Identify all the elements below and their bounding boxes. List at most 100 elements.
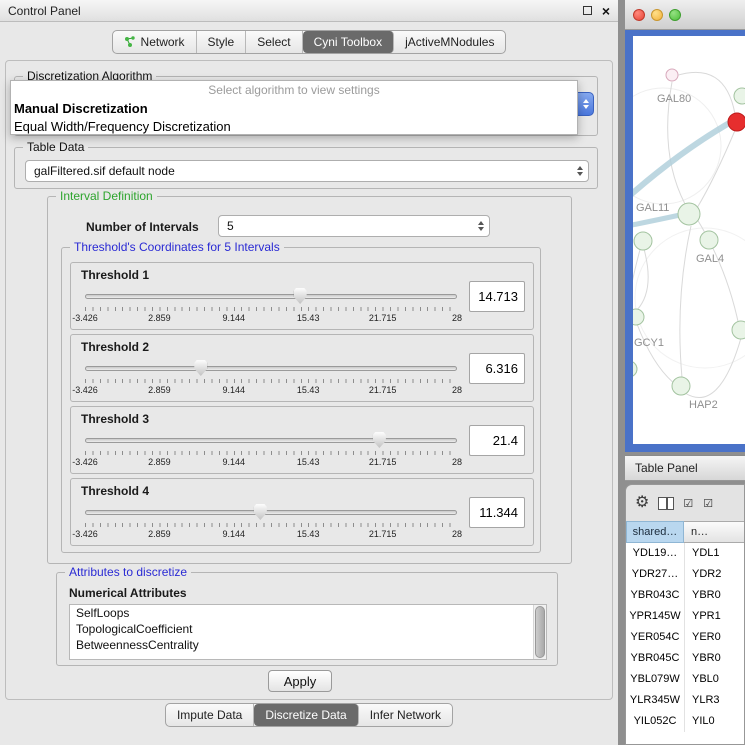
cell-shared-name[interactable]: YPR145W (626, 606, 684, 627)
tab-jactivemnodules[interactable]: jActiveMNodules (394, 31, 505, 53)
close-icon[interactable]: × (602, 4, 610, 18)
columns-icon[interactable] (658, 497, 674, 510)
table-data-group: Table Data galFiltered.sif default node (14, 147, 598, 189)
tab-label: Discretize Data (265, 708, 346, 722)
slider-ticks (85, 307, 457, 311)
slider-thumb[interactable] (373, 432, 386, 448)
tab-network[interactable]: Network (113, 31, 197, 53)
threshold-4-slider[interactable] (85, 503, 457, 520)
table-panel-header: Table Panel (625, 455, 745, 481)
threshold-4-label: Threshold 4 (81, 484, 149, 498)
threshold-2-box: Threshold 2 -3.4262.8599.14415.4321.7152… (70, 334, 534, 402)
number-of-intervals-label: Number of Intervals (86, 220, 199, 234)
cell-name[interactable]: YBR0 (684, 585, 744, 606)
column-header-shared-name[interactable]: shared… (626, 521, 684, 543)
network-node[interactable] (734, 88, 745, 104)
threshold-1-slider[interactable] (85, 287, 457, 304)
network-node[interactable] (634, 232, 652, 250)
tab-cyni-toolbox[interactable]: Cyni Toolbox (303, 31, 394, 53)
network-node[interactable] (732, 321, 745, 339)
cell-name[interactable]: YDR2 (684, 564, 744, 585)
slider-thumb[interactable] (294, 288, 307, 304)
threshold-4-value-field[interactable] (469, 497, 525, 528)
minimize-traffic-light[interactable] (651, 9, 663, 21)
cell-shared-name[interactable]: YDR27… (626, 564, 684, 585)
threshold-2-slider[interactable] (85, 359, 457, 376)
cell-shared-name[interactable]: YBR043C (626, 585, 684, 606)
scrollbar-thumb[interactable] (535, 606, 545, 658)
list-item-betweennesscentrality[interactable]: BetweennessCentrality (70, 637, 546, 653)
table-row[interactable]: YDL19… YDL1 (626, 543, 744, 564)
cell-name[interactable]: YBR0 (684, 648, 744, 669)
slider-track (85, 510, 457, 515)
tab-style[interactable]: Style (197, 31, 247, 53)
cell-shared-name[interactable]: YDL19… (626, 543, 684, 564)
cell-name[interactable]: YPR1 (684, 606, 744, 627)
slider-track (85, 294, 457, 299)
checkbox-icon[interactable]: ☑ (683, 497, 694, 510)
interval-definition-group: Interval Definition Number of Intervals … (47, 196, 572, 564)
table-row[interactable]: YLR345W YLR3 (626, 690, 744, 711)
tab-label: jActiveMNodules (405, 35, 494, 49)
checkbox-icon[interactable]: ☑ (703, 497, 714, 510)
threshold-3-value-field[interactable] (469, 425, 525, 456)
algorithm-combo-button[interactable] (577, 92, 594, 116)
network-node[interactable] (672, 377, 690, 395)
cell-shared-name[interactable]: YIL052C (626, 711, 684, 732)
gear-icon[interactable]: ⚙ (635, 495, 649, 511)
threshold-1-value-field[interactable] (469, 281, 525, 312)
network-icon (124, 36, 136, 48)
slider-scale: -3.4262.8599.14415.4321.71528 (85, 385, 457, 397)
slider-thumb[interactable] (194, 360, 207, 376)
cell-shared-name[interactable]: YBR045C (626, 648, 684, 669)
table-row[interactable]: YBL079W YBL0 (626, 669, 744, 690)
cell-name[interactable]: YLR3 (684, 690, 744, 711)
cell-name[interactable]: YBL0 (684, 669, 744, 690)
dropdown-option-equal-width-frequency[interactable]: Equal Width/Frequency Discretization (11, 118, 577, 136)
network-node[interactable] (700, 231, 718, 249)
cell-name[interactable]: YIL0 (684, 711, 744, 732)
column-header-name[interactable]: n… (684, 521, 744, 543)
slider-ticks (85, 451, 457, 455)
cell-shared-name[interactable]: YBL079W (626, 669, 684, 690)
table-panel-toolbar: ⚙ ☑ ☑ (626, 485, 744, 521)
tab-discretize-data[interactable]: Discretize Data (254, 704, 358, 726)
table-row[interactable]: YBR043C YBR0 (626, 585, 744, 606)
table-data-combo[interactable]: galFiltered.sif default node (25, 160, 589, 182)
table-row[interactable]: YPR145W YPR1 (626, 606, 744, 627)
network-canvas[interactable]: GAL80 GAL11 GAL4 GCY1 HAP2 (633, 36, 745, 444)
slider-thumb[interactable] (254, 504, 267, 520)
top-tabstrip: Network Style Select Cyni Toolbox jActiv… (112, 30, 507, 54)
threshold-2-value-field[interactable] (469, 353, 525, 384)
network-node[interactable] (633, 309, 644, 325)
network-node[interactable] (633, 361, 637, 377)
tab-select[interactable]: Select (246, 31, 302, 53)
table-row[interactable]: YDR27… YDR2 (626, 564, 744, 585)
cell-shared-name[interactable]: YER054C (626, 627, 684, 648)
network-node[interactable] (678, 203, 700, 225)
table-row[interactable]: YBR045C YBR0 (626, 648, 744, 669)
apply-button[interactable]: Apply (268, 670, 332, 692)
cell-shared-name[interactable]: YLR345W (626, 690, 684, 711)
list-scrollbar[interactable] (533, 605, 546, 659)
list-item-selfloops[interactable]: SelfLoops (70, 605, 546, 621)
table-row[interactable]: YIL052C YIL0 (626, 711, 744, 732)
dropdown-option-manual-discretization[interactable]: Manual Discretization (11, 100, 577, 118)
list-item-topologicalcoefficient[interactable]: TopologicalCoefficient (70, 621, 546, 637)
threshold-3-slider[interactable] (85, 431, 457, 448)
table-row[interactable]: YER054C YER0 (626, 627, 744, 648)
cell-name[interactable]: YDL1 (684, 543, 744, 564)
network-node-selected[interactable] (728, 113, 745, 131)
tab-impute-data[interactable]: Impute Data (166, 704, 254, 726)
zoom-traffic-light[interactable] (669, 9, 681, 21)
threshold-3-box: Threshold 3 -3.4262.8599.14415.4321.7152… (70, 406, 534, 474)
network-view-window: GAL80 GAL11 GAL4 GCY1 HAP2 (625, 0, 745, 452)
number-of-intervals-combo[interactable]: 5 (218, 215, 490, 237)
cell-name[interactable]: YER0 (684, 627, 744, 648)
float-window-icon[interactable] (583, 6, 592, 15)
node-label-gcy1: GCY1 (634, 337, 664, 349)
close-traffic-light[interactable] (633, 9, 645, 21)
network-node[interactable] (666, 69, 678, 81)
tab-label: Select (257, 35, 290, 49)
tab-infer-network[interactable]: Infer Network (359, 704, 452, 726)
